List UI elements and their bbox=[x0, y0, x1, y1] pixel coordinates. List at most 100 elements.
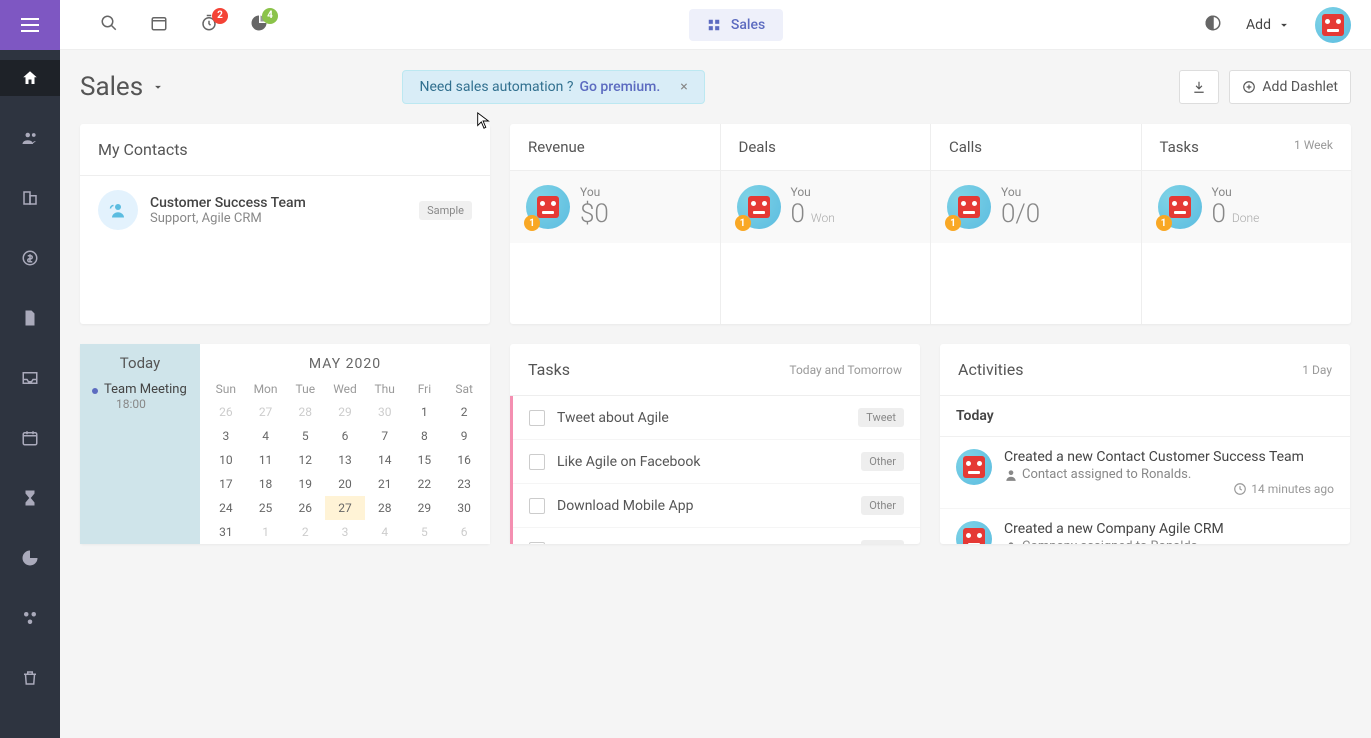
stat-you: You bbox=[791, 185, 835, 199]
calendar-day[interactable]: 28 bbox=[285, 400, 325, 424]
calendar-day[interactable]: 9 bbox=[444, 424, 484, 448]
search-icon[interactable] bbox=[100, 14, 118, 36]
sidebar-item-reports[interactable] bbox=[0, 540, 60, 576]
close-icon[interactable]: × bbox=[680, 79, 687, 95]
sidebar-item-calendar[interactable] bbox=[0, 420, 60, 456]
stat-title: Tasks bbox=[1160, 138, 1199, 156]
calendar-day[interactable]: 27 bbox=[325, 496, 365, 520]
calendar-day[interactable]: 26 bbox=[206, 400, 246, 424]
calendar-day[interactable]: 18 bbox=[246, 472, 286, 496]
stats-strip: Revenue1You$0Deals1You0WonCalls1You0/0Ta… bbox=[510, 124, 1351, 324]
calendar-day[interactable]: 19 bbox=[285, 472, 325, 496]
task-checkbox[interactable] bbox=[529, 498, 545, 514]
calendar-day[interactable]: 25 bbox=[246, 496, 286, 520]
calendar-day[interactable]: 30 bbox=[365, 400, 405, 424]
activity-row[interactable]: Created a new Contact Customer Success T… bbox=[940, 437, 1350, 509]
sidebar-item-deals[interactable] bbox=[0, 240, 60, 276]
sidebar-item-settings[interactable] bbox=[0, 600, 60, 636]
pie-chart-icon[interactable]: 4 bbox=[250, 14, 268, 36]
sidebar-item-trash[interactable] bbox=[0, 660, 60, 696]
rank-badge: 1 bbox=[524, 215, 540, 231]
calendar-today-icon[interactable] bbox=[150, 14, 168, 36]
calendar-day[interactable]: 14 bbox=[365, 448, 405, 472]
add-dashlet-button[interactable]: Add Dashlet bbox=[1229, 70, 1351, 104]
task-label[interactable]: Like Agile on Facebook bbox=[557, 454, 849, 470]
calendar-day[interactable]: 10 bbox=[206, 448, 246, 472]
download-button[interactable] bbox=[1179, 70, 1219, 104]
download-icon bbox=[1192, 80, 1206, 94]
task-label[interactable]: Import Contacts bbox=[557, 542, 849, 545]
calendar-day[interactable]: 31 bbox=[206, 520, 246, 544]
calendar-dow: Mon bbox=[246, 378, 286, 400]
calendar-day[interactable]: 17 bbox=[206, 472, 246, 496]
calendar-day[interactable]: 29 bbox=[405, 496, 445, 520]
menu-button[interactable] bbox=[0, 0, 60, 50]
add-dropdown[interactable]: Add bbox=[1246, 17, 1291, 33]
calendar-day[interactable]: 24 bbox=[206, 496, 246, 520]
page-title-dropdown[interactable]: Sales bbox=[80, 72, 165, 102]
calendar-day[interactable]: 26 bbox=[285, 496, 325, 520]
calendar-day[interactable]: 7 bbox=[365, 424, 405, 448]
task-row: Import ContactsOther bbox=[513, 528, 920, 544]
calendar-day[interactable]: 15 bbox=[405, 448, 445, 472]
calendar-day[interactable]: 5 bbox=[405, 520, 445, 544]
sidebar-item-home[interactable] bbox=[0, 60, 60, 96]
calendar-day[interactable]: 27 bbox=[246, 400, 286, 424]
sales-tab[interactable]: Sales bbox=[689, 9, 783, 41]
task-checkbox[interactable] bbox=[529, 410, 545, 426]
theme-icon[interactable] bbox=[1204, 14, 1222, 36]
sidebar-item-companies[interactable] bbox=[0, 180, 60, 216]
today-panel: Today Team Meeting 18:00 bbox=[80, 344, 200, 544]
calendar-day[interactable]: 1 bbox=[246, 520, 286, 544]
calendar-day[interactable]: 29 bbox=[325, 400, 365, 424]
activities-title: Activities bbox=[958, 360, 1023, 379]
calendar-day[interactable]: 22 bbox=[405, 472, 445, 496]
today-event[interactable]: Team Meeting 18:00 bbox=[80, 382, 200, 411]
calendar-grid: MAY 2020 SunMonTueWedThuFriSat2627282930… bbox=[200, 344, 490, 544]
activities-today-label: Today bbox=[940, 396, 1350, 437]
sidebar-item-documents[interactable] bbox=[0, 300, 60, 336]
calendar-dow: Tue bbox=[285, 378, 325, 400]
contact-sub: Support, Agile CRM bbox=[150, 211, 407, 226]
calendar-day[interactable]: 13 bbox=[325, 448, 365, 472]
user-avatar[interactable] bbox=[1315, 7, 1351, 43]
calendar-day[interactable]: 30 bbox=[444, 496, 484, 520]
sidebar-item-contacts[interactable] bbox=[0, 120, 60, 156]
add-label: Add bbox=[1246, 17, 1271, 33]
contact-row[interactable]: Customer Success TeamSupport, Agile CRMS… bbox=[80, 176, 490, 244]
task-label[interactable]: Tweet about Agile bbox=[557, 410, 846, 426]
calendar-day[interactable]: 5 bbox=[285, 424, 325, 448]
calendar-day[interactable]: 6 bbox=[325, 424, 365, 448]
stat-value: $0 bbox=[580, 199, 609, 229]
timer-icon[interactable]: 2 bbox=[200, 14, 218, 36]
task-row: Tweet about AgileTweet bbox=[513, 396, 920, 440]
calendar-day[interactable]: 3 bbox=[325, 520, 365, 544]
calendar-day[interactable]: 6 bbox=[444, 520, 484, 544]
calendar-day[interactable]: 4 bbox=[365, 520, 405, 544]
calendar-day[interactable]: 12 bbox=[285, 448, 325, 472]
calendar-day[interactable]: 28 bbox=[365, 496, 405, 520]
premium-link[interactable]: Go premium. bbox=[579, 79, 660, 95]
stat-suffix: Won bbox=[811, 211, 835, 225]
calendar-day[interactable]: 2 bbox=[285, 520, 325, 544]
calendar-day[interactable]: 8 bbox=[405, 424, 445, 448]
calendar-dow: Sun bbox=[206, 378, 246, 400]
calendar-day[interactable]: 1 bbox=[405, 400, 445, 424]
calendar-day[interactable]: 11 bbox=[246, 448, 286, 472]
task-checkbox[interactable] bbox=[529, 454, 545, 470]
left-sidebar bbox=[0, 50, 60, 738]
calendar-day[interactable]: 2 bbox=[444, 400, 484, 424]
activity-row[interactable]: Created a new Company Agile CRMCompany a… bbox=[940, 509, 1350, 544]
event-name: Team Meeting bbox=[104, 382, 187, 397]
calendar-day[interactable]: 3 bbox=[206, 424, 246, 448]
task-checkbox[interactable] bbox=[529, 542, 545, 545]
sidebar-item-hourglass[interactable] bbox=[0, 480, 60, 516]
calendar-day[interactable]: 16 bbox=[444, 448, 484, 472]
calendar-day[interactable]: 20 bbox=[325, 472, 365, 496]
task-label[interactable]: Download Mobile App bbox=[557, 498, 849, 514]
sidebar-item-inbox[interactable] bbox=[0, 360, 60, 396]
calendar-day[interactable]: 21 bbox=[365, 472, 405, 496]
calendar-day[interactable]: 23 bbox=[444, 472, 484, 496]
page-title: Sales bbox=[80, 72, 143, 102]
calendar-day[interactable]: 4 bbox=[246, 424, 286, 448]
